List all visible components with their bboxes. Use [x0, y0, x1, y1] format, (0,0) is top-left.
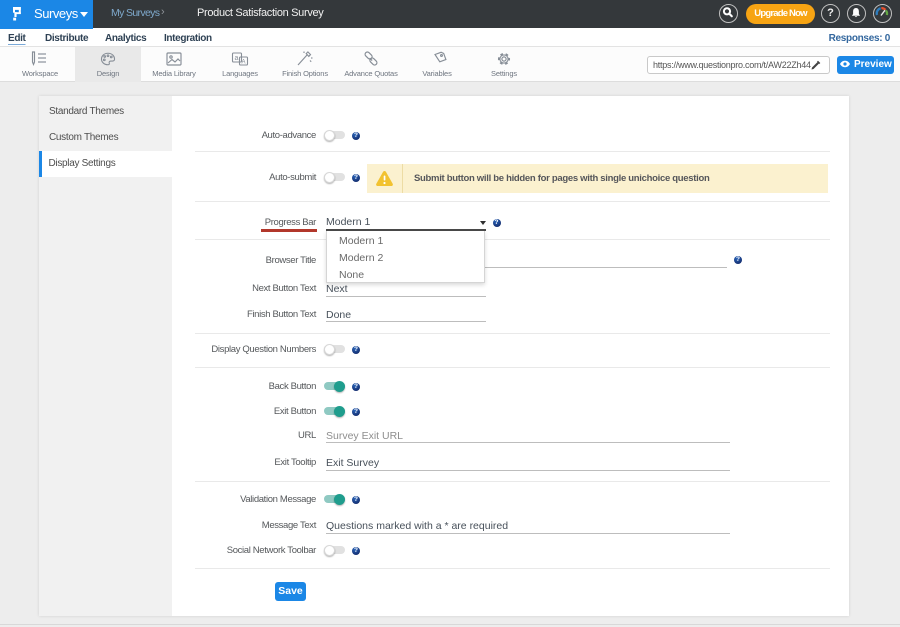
svg-text:a: a: [235, 55, 239, 62]
svg-text:A: A: [242, 60, 246, 66]
